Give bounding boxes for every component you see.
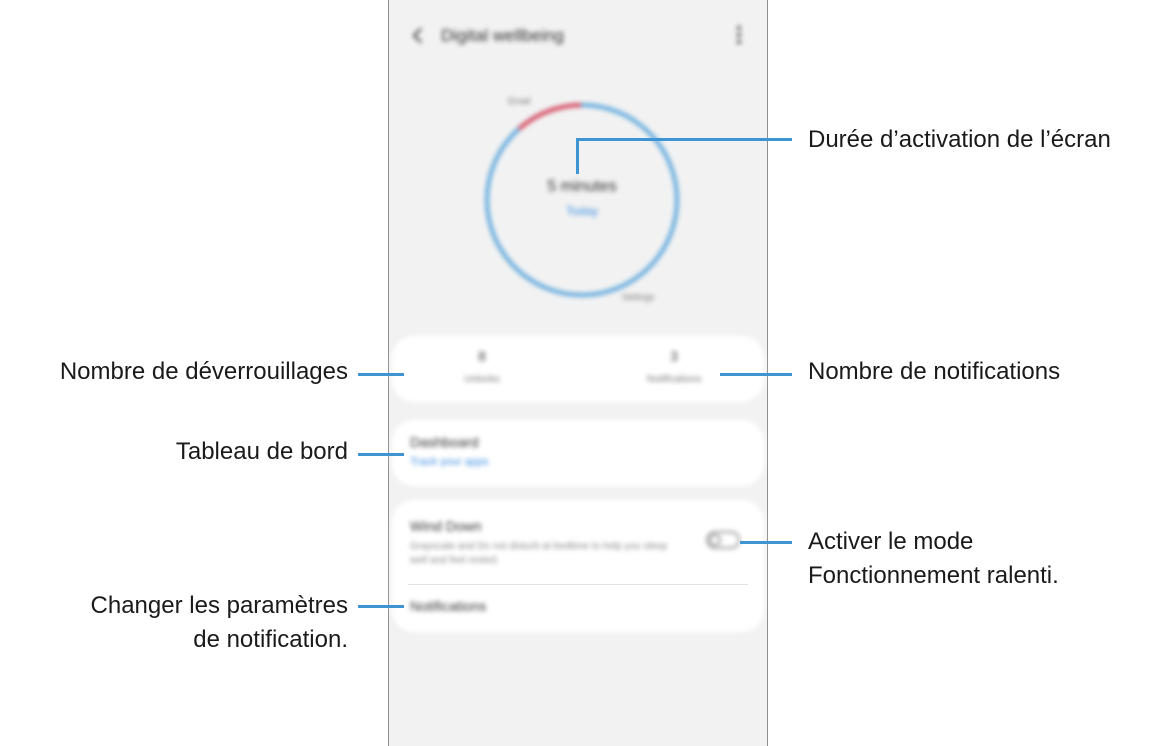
dashboard-link[interactable]: Track your apps	[410, 456, 488, 468]
screen-time-period: Today	[565, 204, 599, 218]
callout-unlocks: Nombre de déverrouillages	[59, 358, 348, 385]
dashboard-title: Dashboard	[410, 434, 479, 450]
callout-wind-down-line2: Fonctionnement ralenti.	[808, 562, 1059, 589]
callout-notif-settings-line2: de notification.	[193, 626, 348, 653]
stats-card	[392, 336, 764, 402]
app-title: Digital wellbeing	[441, 26, 564, 45]
dashboard-card[interactable]	[392, 420, 764, 486]
callout-notif-settings-line1: Changer les paramètres	[90, 592, 348, 619]
screen-time-total: 5 minutes	[547, 178, 617, 195]
app-bar: Digital wellbeing	[389, 0, 767, 72]
callout-notifications: Nombre de notifications	[808, 358, 1061, 385]
leader-dashboard	[358, 453, 404, 456]
ring-segment-email	[517, 103, 582, 131]
ring-label-bottom: Settings	[622, 292, 655, 302]
chevron-left-icon[interactable]	[409, 22, 429, 50]
callout-dashboard: Tableau de bord	[175, 438, 348, 465]
notifications-label: Notifications	[646, 374, 702, 385]
leader-notification-settings	[358, 605, 404, 608]
wind-down-toggle[interactable]	[706, 531, 740, 549]
leader-notifications	[720, 373, 792, 376]
ring-track	[485, 103, 679, 297]
unlocks-label: Unlocks	[464, 374, 500, 385]
leader-screen-time-vertical	[576, 140, 579, 174]
toggle-knob	[709, 534, 721, 546]
ring-label-top: Email	[508, 96, 531, 106]
callout-screen-time: Durée d’activation de l’écran	[808, 126, 1111, 153]
more-vertical-icon[interactable]	[737, 26, 741, 44]
leader-wind-down	[740, 541, 792, 544]
leader-screen-time-horizontal	[576, 138, 792, 141]
notifications-setting-title[interactable]: Notifications	[410, 598, 486, 614]
unlocks-count: 8	[478, 348, 486, 364]
card-divider	[408, 584, 748, 585]
wind-down-description: Grayscale and Do not disturb at bedtime …	[410, 541, 668, 566]
callout-wind-down-line1: Activer le mode	[808, 528, 974, 555]
wind-down-title[interactable]: Wind Down	[410, 518, 482, 534]
usage-ring[interactable]	[483, 101, 681, 299]
leader-unlocks	[358, 373, 404, 376]
notifications-count: 3	[670, 348, 678, 364]
